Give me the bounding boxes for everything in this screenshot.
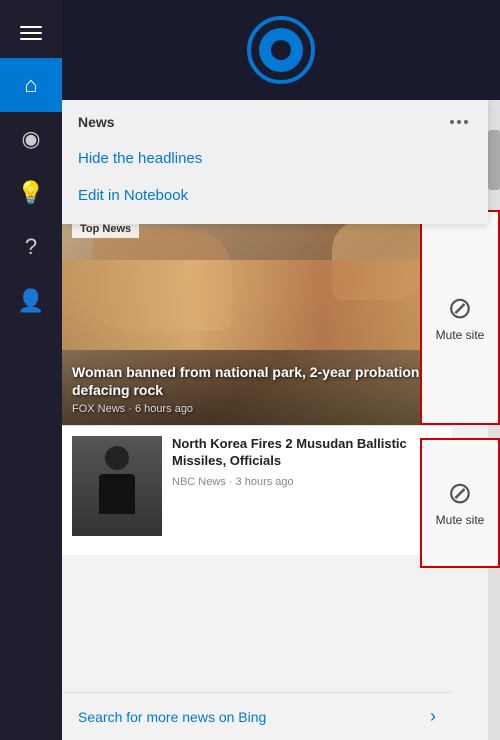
- person-silhouette: [92, 446, 142, 526]
- top-news-text: Woman banned from national park, 2-year …: [72, 363, 442, 415]
- mute-site-button-2[interactable]: ⊘ Mute site: [420, 438, 500, 568]
- mute-icon-1: ⊘: [447, 294, 472, 324]
- topbar: [62, 0, 500, 100]
- search-more-link[interactable]: Search for more news on Bing ›: [62, 692, 452, 740]
- sidebar-item-home[interactable]: ⌂: [0, 58, 62, 112]
- sidebar-item-profile[interactable]: 👤: [0, 274, 62, 328]
- top-news-headline: Woman banned from national park, 2-year …: [72, 363, 442, 399]
- figure-body: [99, 474, 135, 514]
- home-icon: ⌂: [24, 72, 37, 98]
- scrollbar-thumb[interactable]: [488, 130, 500, 190]
- search-more-text: Search for more news on Bing: [78, 709, 266, 725]
- circle-icon: ◉: [21, 126, 40, 152]
- mute-site-button-1[interactable]: ⊘ Mute site: [420, 210, 500, 425]
- news-item-2-source: NBC News · 3 hours ago: [172, 476, 442, 488]
- top-news-card[interactable]: Top News Woman banned from national park…: [62, 210, 452, 425]
- cortana-center-dot: [271, 40, 291, 60]
- sidebar-item-notebook[interactable]: ◉: [0, 112, 62, 166]
- cortana-logo: [247, 16, 315, 84]
- sidebar-item-interests[interactable]: 💡: [0, 166, 62, 220]
- content-area: News Hide the headlines Edit in Notebook…: [62, 100, 500, 740]
- sidebar-item-help[interactable]: ?: [0, 220, 62, 274]
- mute-icon-2: ⊘: [447, 479, 472, 509]
- sidebar: ⌂ ◉ 💡 ? 👤: [0, 0, 62, 740]
- edit-notebook-item[interactable]: Edit in Notebook: [62, 177, 488, 214]
- person-image: [72, 436, 162, 536]
- news-item-2[interactable]: North Korea Fires 2 Musudan Ballistic Mi…: [62, 425, 452, 555]
- figure-head: [105, 446, 129, 470]
- news-item-2-content: North Korea Fires 2 Musudan Ballistic Mi…: [172, 436, 442, 545]
- news-dropdown: News Hide the headlines Edit in Notebook: [62, 100, 488, 224]
- more-options-button[interactable]: [446, 116, 472, 128]
- mute-label-2: Mute site: [436, 513, 485, 527]
- dropdown-title: News: [78, 114, 115, 130]
- news-thumbnail-2: [72, 436, 162, 536]
- hamburger-menu[interactable]: [12, 18, 50, 48]
- mute-label-1: Mute site: [436, 328, 485, 342]
- news-item-2-headline: North Korea Fires 2 Musudan Ballistic Mi…: [172, 436, 442, 470]
- profile-icon: 👤: [17, 288, 44, 314]
- dropdown-header: News: [62, 100, 488, 140]
- hide-headlines-item[interactable]: Hide the headlines: [62, 140, 488, 177]
- top-news-source: FOX News · 6 hours ago: [72, 403, 442, 415]
- help-icon: ?: [25, 234, 37, 260]
- lightbulb-icon: 💡: [17, 180, 44, 206]
- search-more-arrow-icon: ›: [430, 706, 436, 727]
- main-content: News Hide the headlines Edit in Notebook…: [62, 0, 500, 740]
